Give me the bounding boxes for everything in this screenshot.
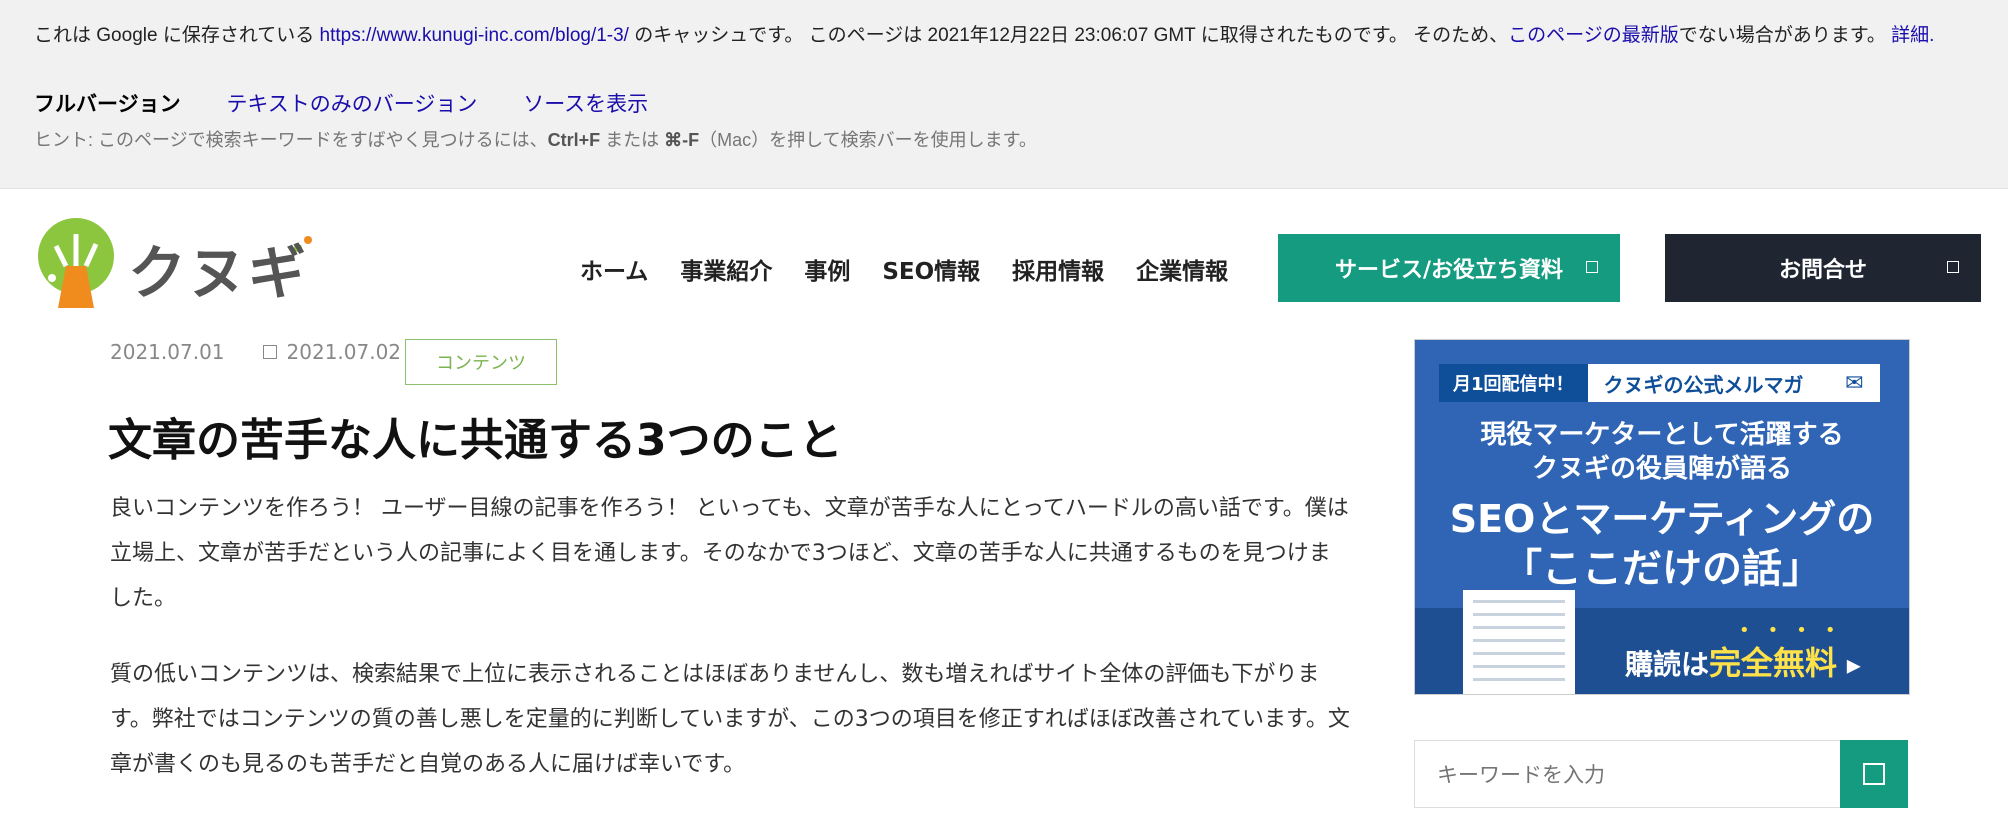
article-paragraph-2: 質の低いコンテンツは、検索結果で上位に表示されることはほぼありませんし、数も増え… [110, 662, 1350, 777]
cache-intro: これは Google に保存されている [34, 25, 320, 46]
envelope-icon: ✉ [1845, 370, 1864, 396]
cache-after-url: のキャッシュです。 このページは 2021年12月22日 23:06:07 GM… [628, 25, 1509, 46]
hint-key-ctrl-f: Ctrl+F [547, 130, 601, 150]
nav-item-cases[interactable]: 事例 [804, 252, 850, 286]
nav-item-business[interactable]: 事業紹介 [680, 252, 772, 286]
search-hint: ヒント: このページで検索キーワードをすばやく見つけるには、Ctrl+F または… [34, 126, 1037, 152]
hint-mid: または [600, 130, 665, 150]
cache-after-latest: でない場合があります。 [1678, 25, 1892, 46]
tree-logo-icon [38, 218, 114, 308]
nav-item-seo[interactable]: SEO情報 [882, 252, 980, 286]
banner-header: 月1回配信中！ クヌギの公式メルマガ ✉ [1439, 364, 1880, 402]
newsletter-banner[interactable]: 月1回配信中！ クヌギの公式メルマガ ✉ 現役マーケターとして活躍する クヌギの… [1414, 339, 1910, 695]
hint-key-cmd-f: ⌘-F [664, 130, 700, 150]
nav-item-recruit[interactable]: 採用情報 [1012, 252, 1104, 286]
published-date: 2021.07.01 [110, 340, 225, 364]
full-version-label: フルバージョン [34, 93, 181, 116]
latest-version-link[interactable]: このページの最新版 [1508, 25, 1679, 46]
hint-prefix: ヒント: このページで検索キーワードをすばやく見つけるには、 [34, 130, 548, 150]
version-switcher: フルバージョン テキストのみのバージョン ソースを表示 [34, 88, 688, 118]
service-materials-button[interactable]: サービス/お役立ち資料 [1278, 234, 1620, 302]
sidebar-search [1414, 740, 1908, 809]
banner-line-2: クヌギの役員陣が語る [1531, 454, 1792, 484]
banner-line-1: 現役マーケターとして活躍する [1480, 420, 1844, 450]
cached-url-link[interactable]: https://www.kunugi-inc.com/blog/1-3/ [320, 25, 629, 46]
cache-info-text: これは Google に保存されている https://www.kunugi-i… [34, 24, 1980, 47]
search-button[interactable] [1840, 740, 1908, 808]
updated-date: 2021.07.02 [286, 340, 402, 364]
category-tag[interactable]: コンテンツ [405, 339, 557, 385]
play-arrow-icon: ▸ [1846, 648, 1861, 681]
article-dates: 2021.07.01 2021.07.02 [110, 340, 401, 364]
banner-headline-2: 「ここだけの話」 [1502, 546, 1822, 592]
details-link[interactable]: 詳細. [1891, 25, 1934, 46]
banner-frequency-tag: 月1回配信中！ [1439, 364, 1588, 402]
contact-button[interactable]: お問合せ [1665, 234, 1981, 302]
newsletter-preview-image [1463, 590, 1575, 694]
logo-text[interactable]: クヌギ [128, 226, 308, 310]
view-source-link[interactable]: ソースを表示 [523, 93, 648, 116]
article-paragraph-1: 良いコンテンツを作ろう！ ユーザー目線の記事を作ろう！ といっても、文章が苦手な… [110, 496, 1349, 611]
banner-headline: SEOとマーケティングの [1449, 497, 1875, 541]
banner-magazine-label: クヌギの公式メルマガ ✉ [1587, 364, 1880, 402]
text-only-version-link[interactable]: テキストのみのバージョン [226, 93, 477, 116]
external-box-icon [1586, 261, 1598, 273]
banner-sub-prefix: 購読は [1625, 648, 1710, 681]
search-input[interactable] [1415, 741, 1859, 809]
updated-icon [262, 345, 277, 359]
cache-banner: これは Google に保存されている https://www.kunugi-i… [0, 0, 2008, 189]
main-nav: ホーム 事業紹介 事例 SEO情報 採用情報 企業情報 [580, 252, 1228, 286]
search-icon [1863, 763, 1885, 785]
article-title: 文章の苦手な人に共通する3つのこと [108, 415, 843, 466]
hint-suffix: （Mac）を押して検索バーを使用します。 [699, 130, 1037, 150]
contact-button-label: お問合せ [1778, 258, 1867, 283]
nav-item-company[interactable]: 企業情報 [1136, 252, 1228, 286]
nav-item-home[interactable]: ホーム [580, 252, 648, 286]
banner-free-text: 完全無料 [1709, 644, 1838, 682]
external-box-icon [1947, 261, 1959, 273]
service-button-label: サービス/お役立ち資料 [1334, 258, 1564, 283]
banner-subscribe-text: 購読は完全無料 ▸ [1625, 638, 1861, 684]
banner-magazine-text: クヌギの公式メルマガ [1603, 372, 1804, 397]
